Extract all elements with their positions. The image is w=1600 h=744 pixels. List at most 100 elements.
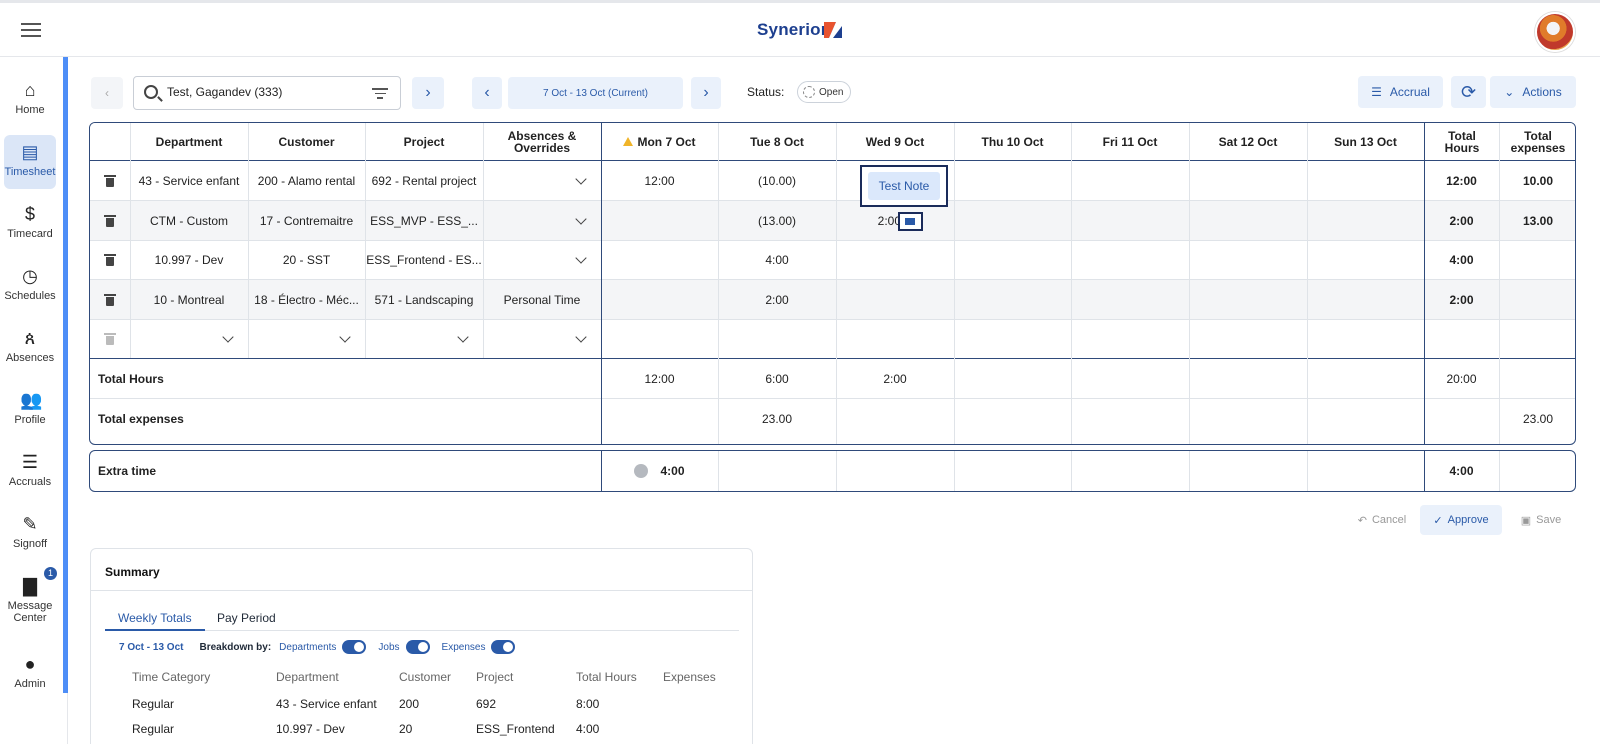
- save-button[interactable]: ▣ Save: [1512, 505, 1570, 535]
- row-total-hours: 2:00: [1449, 292, 1474, 307]
- sidebar-item-admin[interactable]: ● Admin: [4, 654, 56, 696]
- divider: [91, 590, 752, 591]
- delete-row-button[interactable]: [90, 241, 130, 279]
- trash-icon: [104, 333, 116, 345]
- cell-customer[interactable]: 18 - Électro - Méc...: [248, 280, 365, 319]
- cell-department[interactable]: 43 - Service enfant: [130, 161, 248, 200]
- status-open-icon: [803, 86, 815, 98]
- filter-icon[interactable]: [372, 88, 388, 100]
- cell-hours[interactable]: (13.00): [718, 201, 836, 240]
- col-expenses: Expenses: [663, 670, 716, 684]
- extra-time-total: 4:00: [1449, 464, 1474, 478]
- row-total-hours: 2:00: [1449, 213, 1474, 228]
- toggle-departments[interactable]: [342, 640, 367, 654]
- col-department: Department: [276, 670, 339, 684]
- sidebar-item-message-center[interactable]: ▇ Message Center: [4, 576, 56, 632]
- cell-project[interactable]: ESS_MVP - ESS_...: [365, 201, 483, 240]
- next-employee-button[interactable]: ›: [412, 77, 444, 109]
- cell-hours[interactable]: 2:00: [718, 280, 836, 319]
- table-cell: 4:00: [576, 722, 600, 736]
- sidebar-item-home[interactable]: ⌂ Home: [4, 80, 56, 122]
- absence-dropdown[interactable]: [483, 201, 601, 240]
- tab-weekly-totals[interactable]: Weekly Totals: [118, 611, 192, 625]
- toggle-expenses-label: Expenses: [441, 641, 486, 653]
- cell-hours[interactable]: 12:00: [601, 161, 718, 200]
- col-project: Project: [476, 670, 514, 684]
- total-hours-mon: 12:00: [644, 371, 675, 386]
- menu-icon[interactable]: [21, 23, 41, 37]
- toggle-jobs[interactable]: [405, 640, 430, 654]
- chevron-down-icon: [575, 212, 587, 225]
- sidebar-item-label: Message Center: [7, 600, 53, 624]
- delete-row-button[interactable]: [90, 280, 130, 319]
- cell-project[interactable]: 571 - Landscaping: [365, 280, 483, 319]
- cell-project[interactable]: ESS_Frontend - ES...: [365, 241, 483, 279]
- sidebar-item-absences[interactable]: ጰ Absences: [4, 328, 56, 370]
- absence-dropdown[interactable]: [483, 241, 601, 279]
- project-dropdown[interactable]: [365, 320, 483, 358]
- cell-hours[interactable]: (10.00): [718, 161, 836, 200]
- table-cell: 8:00: [576, 697, 600, 711]
- cell-hours[interactable]: 4:00: [718, 241, 836, 279]
- sidebar-item-timesheet[interactable]: ▤ Timesheet: [4, 135, 56, 189]
- employee-search-input[interactable]: [167, 85, 357, 99]
- cell-project[interactable]: 692 - Rental project: [365, 161, 483, 200]
- absence-dropdown[interactable]: [483, 161, 601, 200]
- absence-dropdown[interactable]: [483, 320, 601, 358]
- header-mon-label: Mon 7 Oct: [637, 134, 696, 149]
- tab-pay-period[interactable]: Pay Period: [217, 611, 276, 625]
- sidebar-item-label: Timesheet: [4, 166, 56, 178]
- cell-absence[interactable]: Personal Time: [483, 280, 601, 319]
- note-icon-button[interactable]: [898, 212, 923, 231]
- note-popup: Test Note: [860, 165, 948, 207]
- refresh-button[interactable]: ⟳: [1451, 76, 1486, 108]
- user-avatar[interactable]: [1535, 12, 1575, 52]
- row-total-hours: 4:00: [1449, 253, 1474, 267]
- approve-label: Approve: [1447, 514, 1489, 526]
- header-total-hours: Total Hours: [1444, 128, 1480, 155]
- actions-label: Actions: [1522, 85, 1562, 99]
- cancel-button[interactable]: ↶ Cancel: [1350, 505, 1414, 535]
- cell-department[interactable]: 10 - Montreal: [130, 280, 248, 319]
- row-total-expenses: 13.00: [1522, 213, 1554, 228]
- cell-customer[interactable]: 20 - SST: [248, 241, 365, 279]
- person-icon: ●: [24, 654, 36, 674]
- status-badge: Open: [797, 81, 852, 103]
- actions-button[interactable]: ⌄ Actions: [1490, 76, 1576, 108]
- next-week-button[interactable]: ›: [691, 77, 721, 109]
- sidebar-item-profile[interactable]: 👥 Profile: [4, 390, 56, 432]
- cell-department[interactable]: 10.997 - Dev: [130, 241, 248, 279]
- prev-employee-button[interactable]: ‹: [91, 77, 123, 109]
- prev-week-button[interactable]: ‹: [472, 77, 502, 109]
- accrual-icon: ☰: [21, 452, 39, 472]
- sidebar-item-label: Admin: [14, 678, 46, 690]
- extra-time-mon: 4:00: [601, 451, 718, 491]
- accrual-button[interactable]: ☰ Accrual: [1358, 76, 1443, 108]
- home-icon: ⌂: [24, 80, 36, 100]
- extra-time-label: Extra time: [98, 464, 157, 478]
- summary-range: 7 Oct - 13 Oct: [119, 641, 184, 653]
- delete-row-button[interactable]: [90, 161, 130, 200]
- cell-customer[interactable]: 200 - Alamo rental: [248, 161, 365, 200]
- approve-button[interactable]: ✓ Approve: [1420, 505, 1502, 535]
- sidebar-item-accruals[interactable]: ☰ Accruals: [4, 452, 56, 494]
- chevron-down-icon: [575, 172, 587, 185]
- toggle-expenses[interactable]: [491, 640, 516, 654]
- cell-customer[interactable]: 17 - Contremaitre: [248, 201, 365, 240]
- total-hours-wed: 2:00: [883, 371, 907, 386]
- sidebar-item-schedules[interactable]: ◷ Schedules: [4, 266, 56, 308]
- sidebar-item-signoff[interactable]: ✎ Signoff: [4, 514, 56, 556]
- notification-badge: 1: [44, 567, 57, 580]
- employee-search: [133, 76, 401, 110]
- header-total-expenses: Total expenses: [1510, 128, 1566, 155]
- header-fri: Fri 11 Oct: [1102, 134, 1158, 149]
- test-note-button[interactable]: Test Note: [868, 172, 940, 200]
- delete-row-button[interactable]: [90, 201, 130, 240]
- date-range-button[interactable]: 7 Oct - 13 Oct (Current): [508, 77, 683, 109]
- customer-dropdown[interactable]: [248, 320, 365, 358]
- sidebar-item-timecard[interactable]: $ Timecard: [4, 204, 56, 246]
- department-dropdown[interactable]: [130, 320, 248, 358]
- cell-department[interactable]: CTM - Custom: [130, 201, 248, 240]
- col-time-category: Time Category: [132, 670, 211, 684]
- chevron-down-icon: [575, 252, 587, 264]
